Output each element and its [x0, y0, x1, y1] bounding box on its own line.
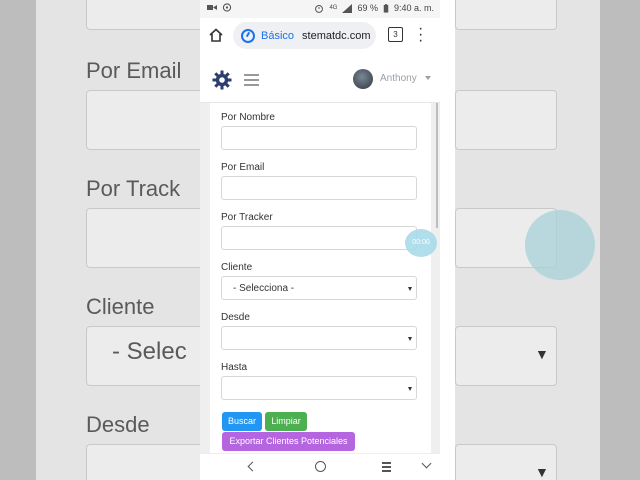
- username[interactable]: Anthony: [380, 73, 417, 84]
- background-chevron-icon: ▼: [535, 464, 549, 480]
- network-type: 4G: [329, 5, 338, 11]
- app-header: Anthony: [200, 56, 440, 103]
- battery-icon: [383, 3, 389, 13]
- video-call-icon: [207, 5, 217, 10]
- background-field: [455, 0, 557, 30]
- clock: 9:40 a. m.: [393, 3, 434, 13]
- gear-icon[interactable]: [212, 70, 232, 90]
- label-client: Cliente: [221, 262, 253, 273]
- address-bar[interactable]: Básico stematdc.com: [233, 22, 376, 49]
- background-field: [455, 90, 557, 150]
- background-label-client: Cliente: [86, 294, 155, 319]
- background-left: Por Email Por Track Cliente - Selec Desd…: [0, 0, 200, 480]
- lite-mode-label: Básico: [261, 29, 295, 42]
- home-icon[interactable]: [208, 27, 224, 43]
- label-from: Desde: [221, 312, 250, 323]
- scrollbar[interactable]: [436, 103, 438, 228]
- tab-switcher-button[interactable]: 3: [388, 27, 403, 42]
- home-circle-icon[interactable]: [315, 461, 326, 472]
- label-name: Por Nombre: [221, 112, 275, 123]
- avatar[interactable]: [353, 69, 373, 89]
- background-label-email: Por Email: [86, 58, 182, 83]
- background-select-text: - Selec: [112, 338, 187, 365]
- background-chevron-icon: ▼: [535, 346, 549, 362]
- background-field: [86, 0, 200, 30]
- tracker-input[interactable]: [221, 226, 417, 250]
- signal-icon: [342, 3, 353, 13]
- label-email: Por Email: [221, 162, 265, 173]
- background-divider: [440, 0, 455, 480]
- email-input[interactable]: [221, 176, 417, 200]
- phone-screen: 4G 69 % 9:40 a. m. Básico stematdc.com 3…: [200, 0, 440, 480]
- background-bubble: [525, 210, 595, 280]
- label-tracker: Por Tracker: [221, 212, 273, 223]
- back-icon[interactable]: [247, 461, 258, 472]
- label-to: Hasta: [221, 362, 248, 373]
- select-arrow-icon: [408, 337, 412, 341]
- select-arrow-icon: [408, 287, 412, 291]
- client-select[interactable]: - Selecciona -: [221, 276, 417, 300]
- background-field: [86, 208, 200, 268]
- hamburger-menu-icon[interactable]: [244, 74, 259, 86]
- name-input[interactable]: [221, 126, 417, 150]
- floating-timer-bubble[interactable]: 00:00: [405, 229, 437, 257]
- export-leads-button[interactable]: Exportar Clientes Potenciales: [222, 432, 355, 451]
- browser-menu-icon[interactable]: · · ·: [418, 21, 423, 49]
- background-field: [86, 444, 200, 480]
- to-select[interactable]: [221, 376, 417, 400]
- from-select[interactable]: [221, 326, 417, 350]
- hide-keyboard-icon[interactable]: [421, 458, 432, 469]
- clear-button[interactable]: Limpiar: [265, 412, 307, 431]
- alarm-icon: [315, 4, 324, 13]
- system-nav-bar: [200, 453, 440, 480]
- background-label-tracker: Por Track: [86, 176, 181, 201]
- whatsapp-icon: [222, 3, 232, 12]
- url-text: stematdc.com: [302, 29, 371, 42]
- background-field: [86, 90, 200, 150]
- lite-mode-icon: [241, 28, 255, 43]
- browser-toolbar: Básico stematdc.com 3 · · ·: [200, 18, 440, 54]
- chevron-down-icon[interactable]: [425, 76, 431, 80]
- recent-apps-icon[interactable]: [382, 462, 391, 474]
- select-arrow-icon: [408, 387, 412, 391]
- background-label-from: Desde: [86, 412, 150, 437]
- client-select-value: - Selecciona -: [233, 283, 295, 294]
- status-bar: 4G 69 % 9:40 a. m.: [200, 0, 440, 18]
- battery-percent: 69 %: [357, 3, 378, 13]
- search-button[interactable]: Buscar: [222, 412, 262, 431]
